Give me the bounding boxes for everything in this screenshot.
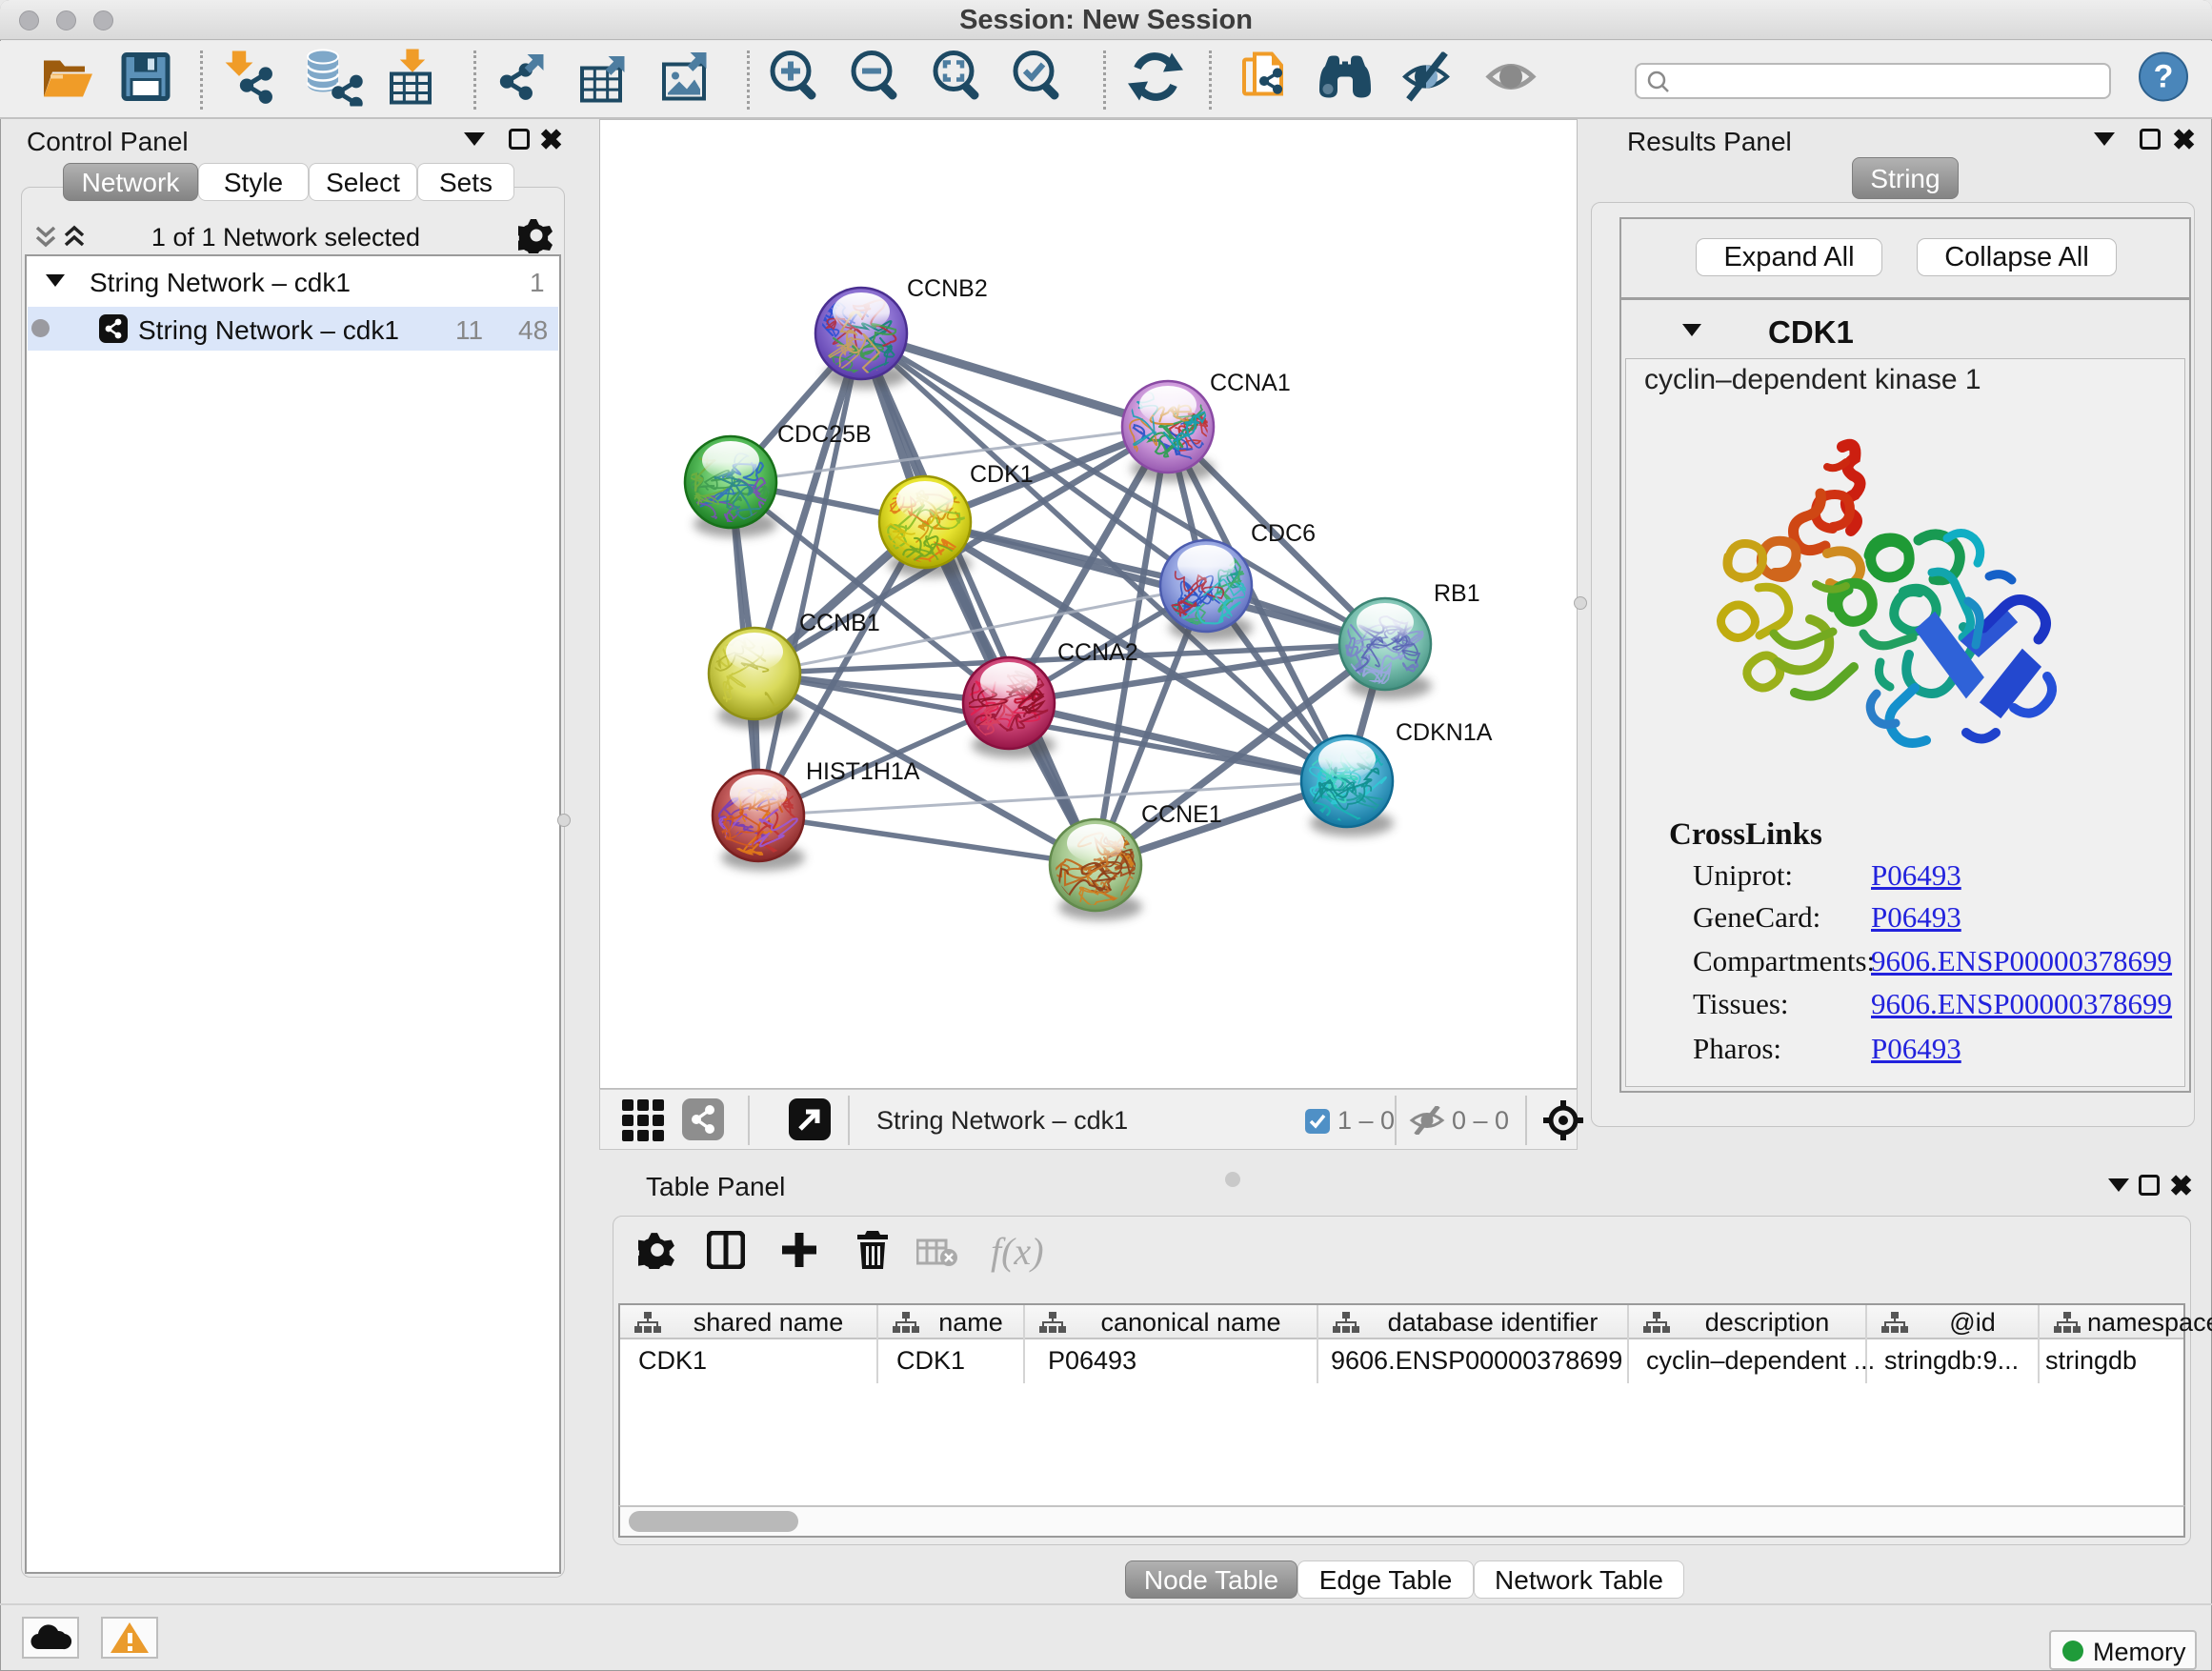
svg-text:CCNE1: CCNE1	[1141, 801, 1222, 828]
svg-text:?: ?	[2154, 59, 2174, 95]
svg-text:CCNB1: CCNB1	[799, 610, 880, 636]
svg-text:CDK1: CDK1	[970, 461, 1034, 488]
svg-text:CCNB2: CCNB2	[907, 275, 988, 302]
svg-text:CDC6: CDC6	[1251, 520, 1316, 547]
svg-text:CDKN1A: CDKN1A	[1396, 719, 1493, 746]
svg-text:RB1: RB1	[1434, 580, 1480, 607]
svg-text:CCNA2: CCNA2	[1057, 639, 1138, 666]
svg-text:HIST1H1A: HIST1H1A	[806, 758, 920, 785]
svg-text:CCNA1: CCNA1	[1210, 370, 1291, 396]
svg-text:CDC25B: CDC25B	[777, 421, 872, 448]
